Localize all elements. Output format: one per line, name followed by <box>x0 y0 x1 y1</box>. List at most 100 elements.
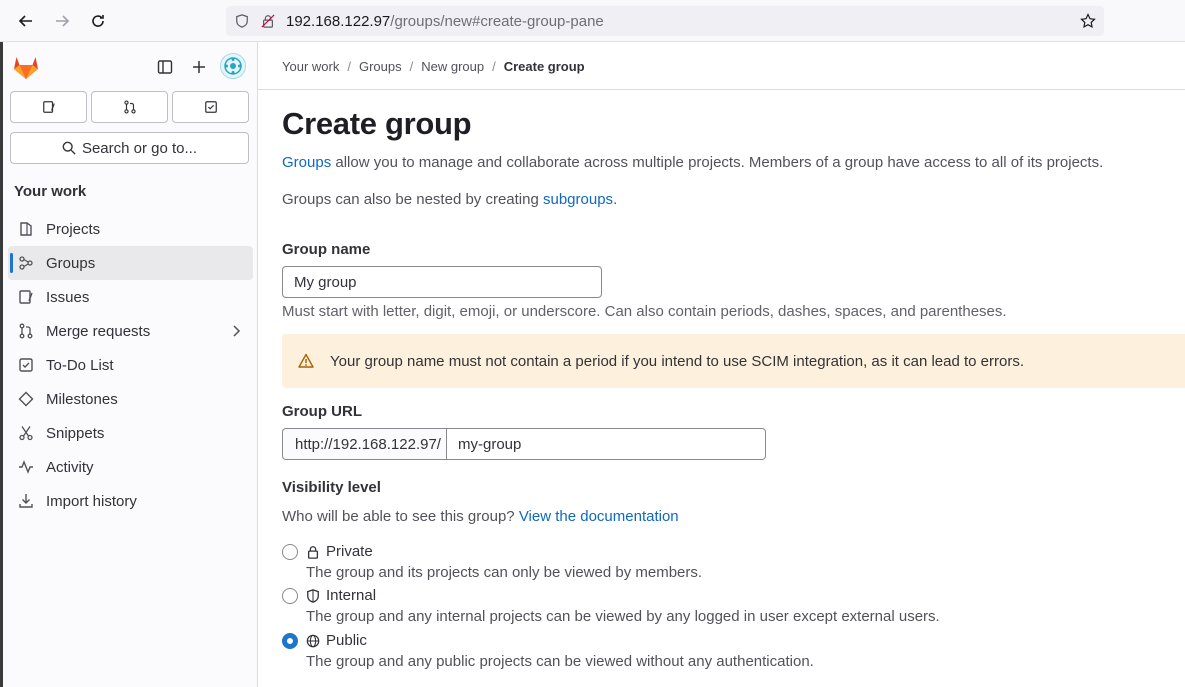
merge-request-icon <box>18 323 34 339</box>
sidebar-item-snippets[interactable]: Snippets <box>8 416 253 450</box>
group-name-input[interactable] <box>282 266 602 298</box>
sidebar-item-import-history[interactable]: Import history <box>8 484 253 518</box>
group-url-label: Group URL <box>282 403 362 420</box>
sidebar-item-merge-requests[interactable]: Merge requests <box>8 314 253 348</box>
sidebar-item-todo[interactable]: To-Do List <box>8 348 253 382</box>
main-content: Your work / Groups / New group / Create … <box>258 42 1185 687</box>
create-new-button[interactable] <box>188 56 210 78</box>
sidebar-item-activity[interactable]: Activity <box>8 450 253 484</box>
search-button[interactable]: Search or go to... <box>10 132 249 164</box>
group-url-prefix: http://192.168.122.97/ <box>282 428 447 460</box>
activity-icon <box>18 459 34 475</box>
merge-request-icon <box>123 100 136 114</box>
snippet-icon <box>18 425 34 441</box>
todo-button[interactable] <box>172 91 249 123</box>
sidebar-item-label: Snippets <box>46 424 105 442</box>
warning-icon <box>298 353 314 368</box>
reload-button[interactable] <box>80 3 116 39</box>
arrow-left-icon <box>18 15 32 27</box>
internal-help: The group and any internal projects can … <box>306 608 940 625</box>
breadcrumb-divider <box>258 89 1185 90</box>
subgroups-link[interactable]: subgroups <box>543 191 613 208</box>
forward-button[interactable] <box>44 3 80 39</box>
groups-help-link[interactable]: Groups <box>282 154 331 171</box>
group-name-label: Group name <box>282 241 371 258</box>
group-name-help: Must start with letter, digit, emoji, or… <box>282 303 1007 320</box>
gitlab-logo-icon[interactable] <box>12 54 40 80</box>
page-description: Groups allow you to manage and collabora… <box>282 154 1103 171</box>
sidebar-item-milestones[interactable]: Milestones <box>8 382 253 416</box>
project-icon <box>18 221 34 237</box>
address-bar[interactable]: 192.168.122.97/groups/new#create-group-p… <box>226 6 1104 36</box>
shield-icon <box>234 13 250 29</box>
issues-icon <box>42 101 55 113</box>
sidebar-item-label: Milestones <box>46 390 118 408</box>
scim-warning-alert: Your group name must not contain a perio… <box>282 334 1185 388</box>
import-icon <box>18 493 34 509</box>
search-icon <box>62 141 76 155</box>
breadcrumb-groups[interactable]: Groups <box>359 59 402 74</box>
assigned-issues-button[interactable] <box>10 91 87 123</box>
sidebar-item-label: Import history <box>46 492 137 510</box>
window-edge <box>0 42 3 687</box>
group-url-input[interactable] <box>446 428 766 460</box>
description-text: allow you to manage and collaborate acro… <box>331 154 1104 171</box>
plus-icon <box>193 61 205 73</box>
sidebar-section-title: Your work <box>14 183 87 200</box>
url-path: /groups/new#create-group-pane <box>390 12 604 30</box>
back-button[interactable] <box>8 3 44 39</box>
visibility-option-internal[interactable]: Internal <box>282 587 376 604</box>
sidebar-nav: Projects Groups Issues Merge requests To… <box>8 212 253 518</box>
globe-icon <box>306 634 320 648</box>
sidebar-item-label: Merge requests <box>46 322 151 340</box>
alert-text: Your group name must not contain a perio… <box>330 352 1025 370</box>
shield-icon <box>306 588 320 603</box>
private-label: Private <box>326 543 373 560</box>
visibility-option-private[interactable]: Private <box>282 543 373 560</box>
merge-requests-button[interactable] <box>91 91 168 123</box>
view-documentation-link[interactable]: View the documentation <box>519 508 679 525</box>
internal-radio[interactable] <box>282 587 298 604</box>
sidebar-item-label: Activity <box>46 458 94 476</box>
breadcrumb-new-group[interactable]: New group <box>421 59 484 74</box>
sidebar-item-projects[interactable]: Projects <box>8 212 253 246</box>
breadcrumb-separator: / <box>347 59 351 74</box>
public-label: Public <box>326 632 367 649</box>
todo-icon <box>204 101 217 113</box>
public-radio[interactable] <box>282 632 298 649</box>
visibility-help: Who will be able to see this group? View… <box>282 508 679 525</box>
sidebar: Search or go to... Your work Projects Gr… <box>0 42 258 687</box>
public-help: The group and any public projects can be… <box>306 653 814 670</box>
user-avatar[interactable] <box>220 53 246 79</box>
sidebar-toggle-icon <box>157 60 173 74</box>
private-radio[interactable] <box>282 543 298 560</box>
sidebar-item-label: Projects <box>46 220 101 238</box>
sidebar-item-groups[interactable]: Groups <box>8 246 253 280</box>
todo-icon <box>18 357 34 373</box>
visibility-option-public[interactable]: Public <box>282 632 367 649</box>
toggle-sidebar-button[interactable] <box>154 56 176 78</box>
bookmark-star-icon[interactable] <box>1080 13 1096 29</box>
visibility-help-text: Who will be able to see this group? <box>282 508 519 525</box>
breadcrumb-your-work[interactable]: Your work <box>282 59 339 74</box>
chevron-right-icon[interactable] <box>229 324 243 338</box>
browser-toolbar: 192.168.122.97/groups/new#create-group-p… <box>0 0 1185 42</box>
breadcrumb: Your work / Groups / New group / Create … <box>282 59 585 74</box>
breadcrumb-separator: / <box>492 59 496 74</box>
subdescription-end: . <box>613 191 618 208</box>
url-host: 192.168.122.97 <box>286 12 391 30</box>
private-help: The group and its projects can only be v… <box>306 564 703 581</box>
group-icon <box>18 255 34 271</box>
sidebar-item-issues[interactable]: Issues <box>8 280 253 314</box>
visibility-level-label: Visibility level <box>282 479 381 496</box>
search-label: Search or go to... <box>81 139 198 157</box>
breadcrumb-separator: / <box>409 59 414 74</box>
milestone-icon <box>18 391 34 407</box>
sidebar-item-label: Groups <box>46 254 96 272</box>
arrow-right-icon <box>56 15 70 27</box>
breadcrumb-current[interactable]: Create group <box>504 59 585 74</box>
sidebar-header <box>10 52 250 82</box>
sidebar-item-label: Issues <box>46 288 90 306</box>
avatar-pattern-icon <box>224 57 242 75</box>
subdescription-text: Groups can also be nested by creating <box>282 191 543 208</box>
